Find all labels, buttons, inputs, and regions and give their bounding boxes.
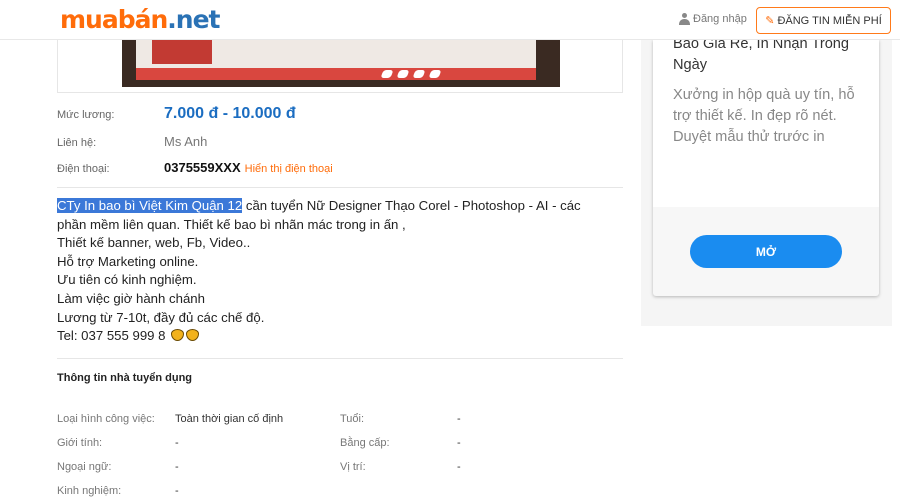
- description-line: Làm việc giờ hành chánh: [57, 290, 205, 306]
- selected-text: CTy In bao bì Việt Kim Quận 12: [57, 198, 243, 213]
- post-button-label: ĐĂNG TIN MIỄN PHÍ: [777, 14, 882, 27]
- job-type-label: Loại hình công việc:: [57, 413, 155, 425]
- sidebar-ad-card[interactable]: Báo Giá Rẻ, In Nhận Trong Ngày Xưởng in …: [653, 36, 879, 296]
- photo-red-band: [136, 68, 536, 80]
- degree-value: -: [457, 437, 461, 449]
- gender-label: Giới tính:: [57, 437, 103, 449]
- site-logo[interactable]: muabán.net: [60, 5, 220, 34]
- phone-label: Điện thoại:: [57, 163, 110, 175]
- experience-label: Kinh nghiệm:: [57, 485, 122, 497]
- job-type-value: Toàn thời gian cố định: [175, 413, 284, 425]
- login-label: Đăng nhập: [693, 13, 747, 25]
- divider: [57, 187, 623, 188]
- ad-title: Báo Giá Rẻ, In Nhận Trong Ngày: [673, 36, 850, 73]
- position-label: Vị trí:: [340, 461, 366, 473]
- heart-emoji-icon: [186, 329, 200, 342]
- gender-value: -: [175, 437, 179, 449]
- description-line: phần mềm liên quan. Thiết kế bao bì nhãn…: [57, 216, 406, 232]
- listing-photo-frame: [57, 40, 623, 93]
- tel-text: Tel: 037 555 999 8: [57, 328, 166, 344]
- heart-emoji-icon: [171, 329, 185, 342]
- description-line: Hỗ trợ Marketing online.: [57, 253, 199, 269]
- description-line: Ưu tiên có kinh nghiệm.: [57, 272, 197, 288]
- ad-content: Báo Giá Rẻ, In Nhận Trong Ngày Xưởng in …: [653, 36, 879, 207]
- language-value: -: [175, 461, 179, 473]
- ad-text: Xưởng in hộp quà uy tín, hỗ trợ thiết kế…: [673, 87, 855, 145]
- show-phone-link[interactable]: Hiển thị điện thoại: [245, 163, 333, 175]
- degree-label: Bằng cấp:: [340, 437, 390, 449]
- age-value: -: [457, 413, 461, 425]
- description-line: CTy In bao bì Việt Kim Quận 12 cần tuyển…: [57, 197, 623, 216]
- description-text: cần tuyển Nữ Designer Thạo Corel - Photo…: [242, 198, 581, 213]
- description-line: Lương từ 7-10t, đầy đủ các chế độ.: [57, 309, 265, 325]
- ad-open-button[interactable]: MỞ: [690, 235, 842, 268]
- photo-print-block: [152, 40, 212, 64]
- employer-section-title: Thông tin nhà tuyển dụng: [57, 372, 193, 384]
- salary-value: 7.000 đ - 10.000 đ: [164, 105, 296, 122]
- listing-photo[interactable]: [122, 40, 560, 87]
- salary-label: Mức lương:: [57, 109, 115, 121]
- salary-row: Mức lương: 7.000 đ - 10.000 đ: [57, 105, 296, 123]
- login-link[interactable]: Đăng nhập: [679, 13, 747, 25]
- contact-value: Ms Anh: [164, 134, 208, 149]
- phone-row: Điện thoại: 0375559XXX Hiển thị điện tho…: [57, 160, 333, 175]
- description-line: Tel: 037 555 999 8: [57, 327, 623, 346]
- logo-tld: .net: [167, 5, 220, 34]
- site-header: muabán.net Đăng nhập ✎ ĐĂNG TIN MIỄN PHÍ: [0, 0, 900, 40]
- description-line: Thiết kế banner, web, Fb, Video..: [57, 235, 251, 251]
- language-label: Ngoại ngữ:: [57, 461, 112, 473]
- user-icon: [679, 13, 690, 25]
- logo-brand: muabán: [60, 5, 168, 34]
- divider: [57, 358, 623, 359]
- phone-value: 0375559XXX: [164, 160, 241, 175]
- age-label: Tuổi:: [340, 413, 365, 425]
- pencil-icon: ✎: [765, 15, 775, 27]
- contact-row: Liên hệ: Ms Anh: [57, 134, 207, 149]
- experience-value: -: [175, 485, 179, 497]
- job-description: CTy In bao bì Việt Kim Quận 12 cần tuyển…: [57, 197, 623, 346]
- contact-label: Liên hệ:: [57, 137, 97, 149]
- position-value: -: [457, 461, 461, 473]
- post-free-ad-button[interactable]: ✎ ĐĂNG TIN MIỄN PHÍ: [756, 7, 891, 34]
